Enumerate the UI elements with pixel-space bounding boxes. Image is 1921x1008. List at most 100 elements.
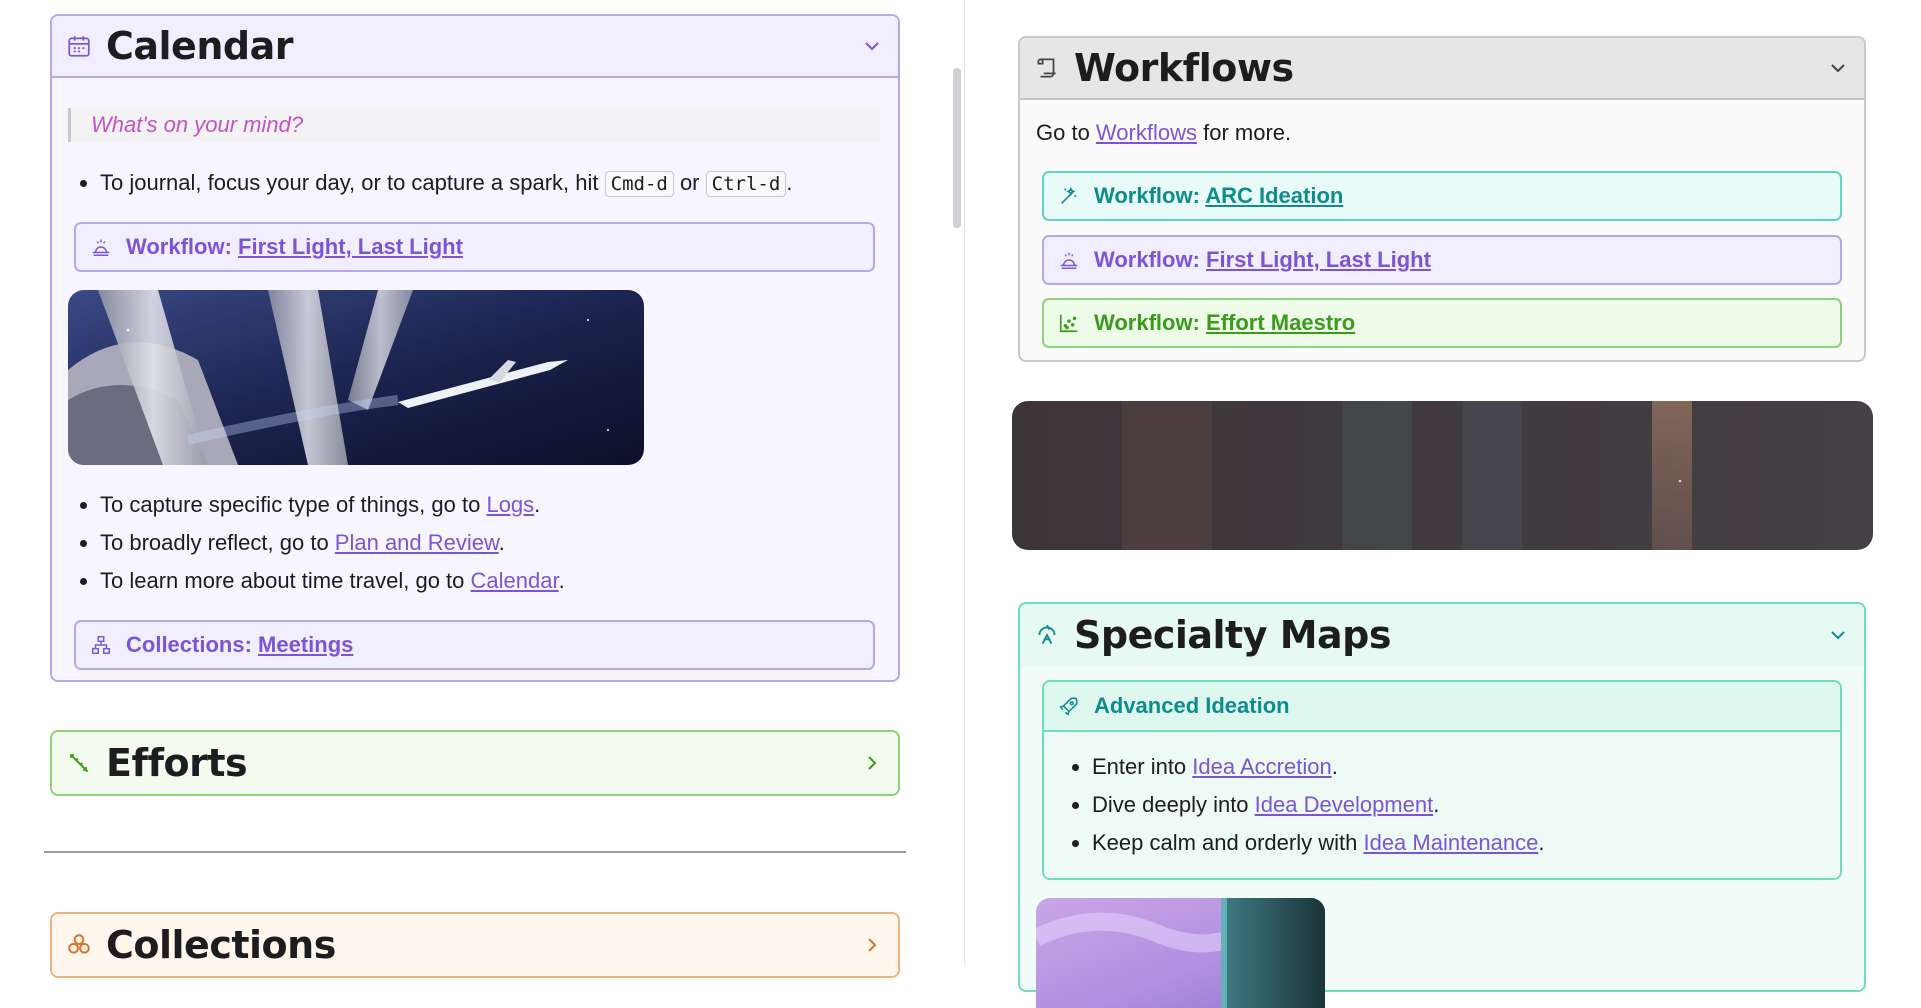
effort-maestro-link[interactable]: Effort Maestro — [1206, 310, 1355, 335]
calendar-header[interactable]: Calendar — [52, 16, 898, 78]
collections-label: Collections: Meetings — [126, 632, 353, 658]
bullet-text: . — [1331, 754, 1338, 779]
workflows-link[interactable]: Workflows — [1096, 120, 1197, 145]
calendar-title: Calendar — [106, 24, 293, 68]
compass-icon — [1038, 624, 1056, 645]
workflow-first-light-card[interactable]: Workflow: First Light, Last Light — [1042, 235, 1842, 285]
bullet-text: To capture specific type of things, go t… — [100, 492, 487, 517]
collections-prefix: Collections: — [126, 632, 259, 657]
idea-maintenance-link[interactable]: Idea Maintenance — [1363, 830, 1538, 855]
layers-icon — [68, 934, 90, 954]
bullet-text: . — [498, 530, 505, 555]
pane-divider — [950, 0, 965, 965]
list-item: To journal, focus your day, or to captur… — [100, 164, 920, 203]
advanced-ideation-callout: Advanced Ideation Enter into Idea Accret… — [1042, 680, 1842, 880]
list-item: Dive deeply into Idea Development. — [1092, 786, 1852, 824]
workflow-first-light-link[interactable]: First Light, Last Light — [238, 234, 463, 259]
sunrise-icon — [92, 239, 110, 256]
bullet-text: To learn more about time travel, go to — [100, 568, 471, 593]
efforts-callout[interactable]: Efforts — [50, 730, 900, 796]
workflow-label: Workflow: First Light, Last Light — [126, 234, 463, 260]
workflow-label: Workflow: ARC Ideation — [1094, 183, 1343, 209]
logs-link[interactable]: Logs — [486, 492, 534, 517]
collections-meetings-card[interactable]: Collections: Meetings — [74, 620, 875, 670]
chevron-right-icon[interactable] — [860, 751, 884, 775]
scrollbar-thumb[interactable] — [953, 68, 961, 228]
list-item: Enter into Idea Accretion. — [1092, 748, 1852, 786]
workflows-intro: Go to Workflows for more. — [1036, 120, 1291, 146]
bullet-text: Enter into — [1092, 754, 1193, 779]
list-item: To learn more about time travel, go to C… — [100, 562, 920, 600]
key-ctrl-d: Ctrl-d — [705, 171, 787, 197]
wand-icon — [1061, 186, 1077, 204]
intro-text: for more. — [1196, 120, 1292, 145]
sunrise-icon — [1060, 252, 1078, 269]
advanced-ideation-list: Enter into Idea Accretion. Dive deeply i… — [1060, 748, 1852, 862]
efforts-title: Efforts — [106, 741, 248, 785]
bullet-text: To broadly reflect, go to — [100, 530, 335, 555]
workflow-prefix: Workflow: — [1094, 183, 1206, 208]
first-light-link[interactable]: First Light, Last Light — [1206, 247, 1431, 272]
collections-callout[interactable]: Collections — [50, 912, 900, 978]
workflow-prefix: Workflow: — [126, 234, 239, 259]
bullet-text: . — [558, 568, 565, 593]
pale-blue-dot-image — [1012, 401, 1873, 550]
journal-prompt-input[interactable]: What's on your mind? — [68, 108, 880, 142]
chevron-right-icon[interactable] — [860, 933, 884, 957]
chevron-down-icon[interactable] — [1826, 56, 1850, 80]
idea-development-link[interactable]: Idea Development — [1255, 792, 1434, 817]
collections-header[interactable]: Collections — [52, 914, 898, 976]
plan-and-review-link[interactable]: Plan and Review — [335, 530, 499, 555]
workflows-header[interactable]: Workflows — [1020, 38, 1864, 100]
aurora-illustration — [1036, 898, 1325, 1008]
advanced-ideation-title: Advanced Ideation — [1094, 693, 1290, 718]
chevron-down-icon[interactable] — [1826, 623, 1850, 647]
space-rays-illustration — [1012, 401, 1873, 550]
calendar-link[interactable]: Calendar — [471, 568, 559, 593]
bullet-text: . — [534, 492, 541, 517]
calendar-icon — [68, 36, 90, 57]
workflow-arc-ideation-card[interactable]: Workflow: ARC Ideation — [1042, 171, 1842, 221]
ruler-icon — [69, 753, 89, 773]
space-station-image — [68, 290, 644, 465]
arc-ideation-link[interactable]: ARC Ideation — [1205, 183, 1343, 208]
scroll-icon — [1037, 58, 1056, 78]
section-divider — [44, 851, 906, 853]
specialty-maps-header[interactable]: Specialty Maps — [1020, 604, 1864, 666]
calendar-links-list: To capture specific type of things, go t… — [68, 486, 920, 600]
bullet-text: . — [786, 170, 793, 195]
chevron-down-icon[interactable] — [860, 34, 884, 58]
bullet-text: To journal, focus your day, or to captur… — [100, 170, 605, 195]
chart-scatter-icon — [1059, 314, 1078, 333]
sitemap-icon — [92, 636, 110, 654]
list-item: To broadly reflect, go to Plan and Revie… — [100, 524, 920, 562]
calendar-bullet-list: To journal, focus your day, or to captur… — [68, 164, 920, 203]
collections-title: Collections — [106, 923, 336, 967]
idea-accretion-link[interactable]: Idea Accretion — [1192, 754, 1331, 779]
advanced-ideation-header[interactable]: Advanced Ideation — [1044, 682, 1840, 732]
list-item: Keep calm and orderly with Idea Maintena… — [1092, 824, 1852, 862]
specialty-maps-title: Specialty Maps — [1074, 613, 1392, 657]
workflow-prefix: Workflow: — [1094, 247, 1207, 272]
bullet-text: Keep calm and orderly with — [1092, 830, 1364, 855]
meetings-link[interactable]: Meetings — [258, 632, 353, 657]
workflows-title: Workflows — [1074, 46, 1294, 90]
left-pane: Calendar What's on your mind? To journal… — [0, 0, 950, 978]
bullet-text: . — [1433, 792, 1440, 817]
prompt-placeholder: What's on your mind? — [91, 112, 304, 137]
workflow-label: Workflow: First Light, Last Light — [1094, 247, 1431, 273]
workflow-prefix: Workflow: — [1094, 310, 1207, 335]
bullet-text: or — [673, 170, 706, 195]
list-item: To capture specific type of things, go t… — [100, 486, 920, 524]
bullet-text: Dive deeply into — [1092, 792, 1255, 817]
workflow-label: Workflow: Effort Maestro — [1094, 310, 1355, 336]
workflow-effort-maestro-card[interactable]: Workflow: Effort Maestro — [1042, 298, 1842, 348]
rocket-icon — [1059, 697, 1078, 716]
workflow-first-light-card[interactable]: Workflow: First Light, Last Light — [74, 222, 875, 272]
bullet-text: . — [1538, 830, 1545, 855]
key-cmd-d: Cmd-d — [604, 171, 674, 197]
efforts-header[interactable]: Efforts — [52, 732, 898, 794]
right-pane: Workflows Go to Workflows for more. Work… — [965, 0, 1921, 1008]
aurora-image — [1036, 898, 1325, 1008]
intro-text: Go to — [1036, 120, 1096, 145]
